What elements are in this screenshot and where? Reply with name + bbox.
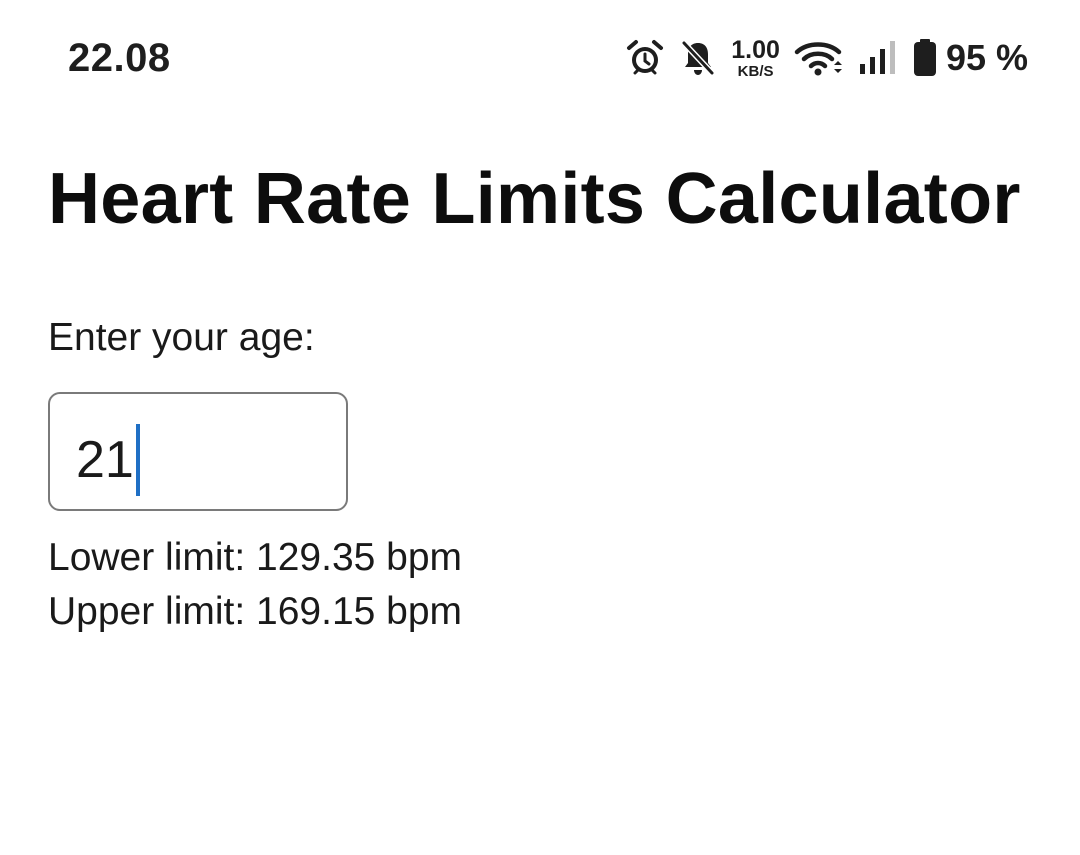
- network-speed: 1.00 KB/S: [731, 35, 780, 80]
- status-bar: 22.08 1.00 KB/S 95 %: [0, 0, 1080, 115]
- age-input-value: 21: [76, 431, 134, 489]
- bell-muted-icon: [679, 38, 717, 78]
- status-icons: 1.00 KB/S 95 %: [625, 36, 1028, 80]
- age-input-field[interactable]: 21: [76, 424, 140, 496]
- lower-limit-text: Lower limit: 129.35 bpm: [48, 536, 463, 579]
- cell-signal-icon: [858, 38, 898, 78]
- wifi-icon: [794, 38, 844, 78]
- upper-limit-text: Upper limit: 169.15 bpm: [48, 590, 463, 633]
- age-label: Enter your age:: [48, 316, 315, 359]
- battery-icon: [912, 38, 938, 78]
- text-caret: [135, 424, 140, 496]
- network-speed-unit: KB/S: [737, 62, 774, 80]
- page-title: Heart Rate Limits Calculator: [48, 159, 1021, 239]
- network-speed-value: 1.00: [731, 35, 780, 64]
- battery-percent: 95 %: [945, 37, 1028, 78]
- status-clock: 22.08: [68, 36, 171, 80]
- alarm-icon: [625, 38, 665, 78]
- age-input[interactable]: 21: [48, 392, 348, 511]
